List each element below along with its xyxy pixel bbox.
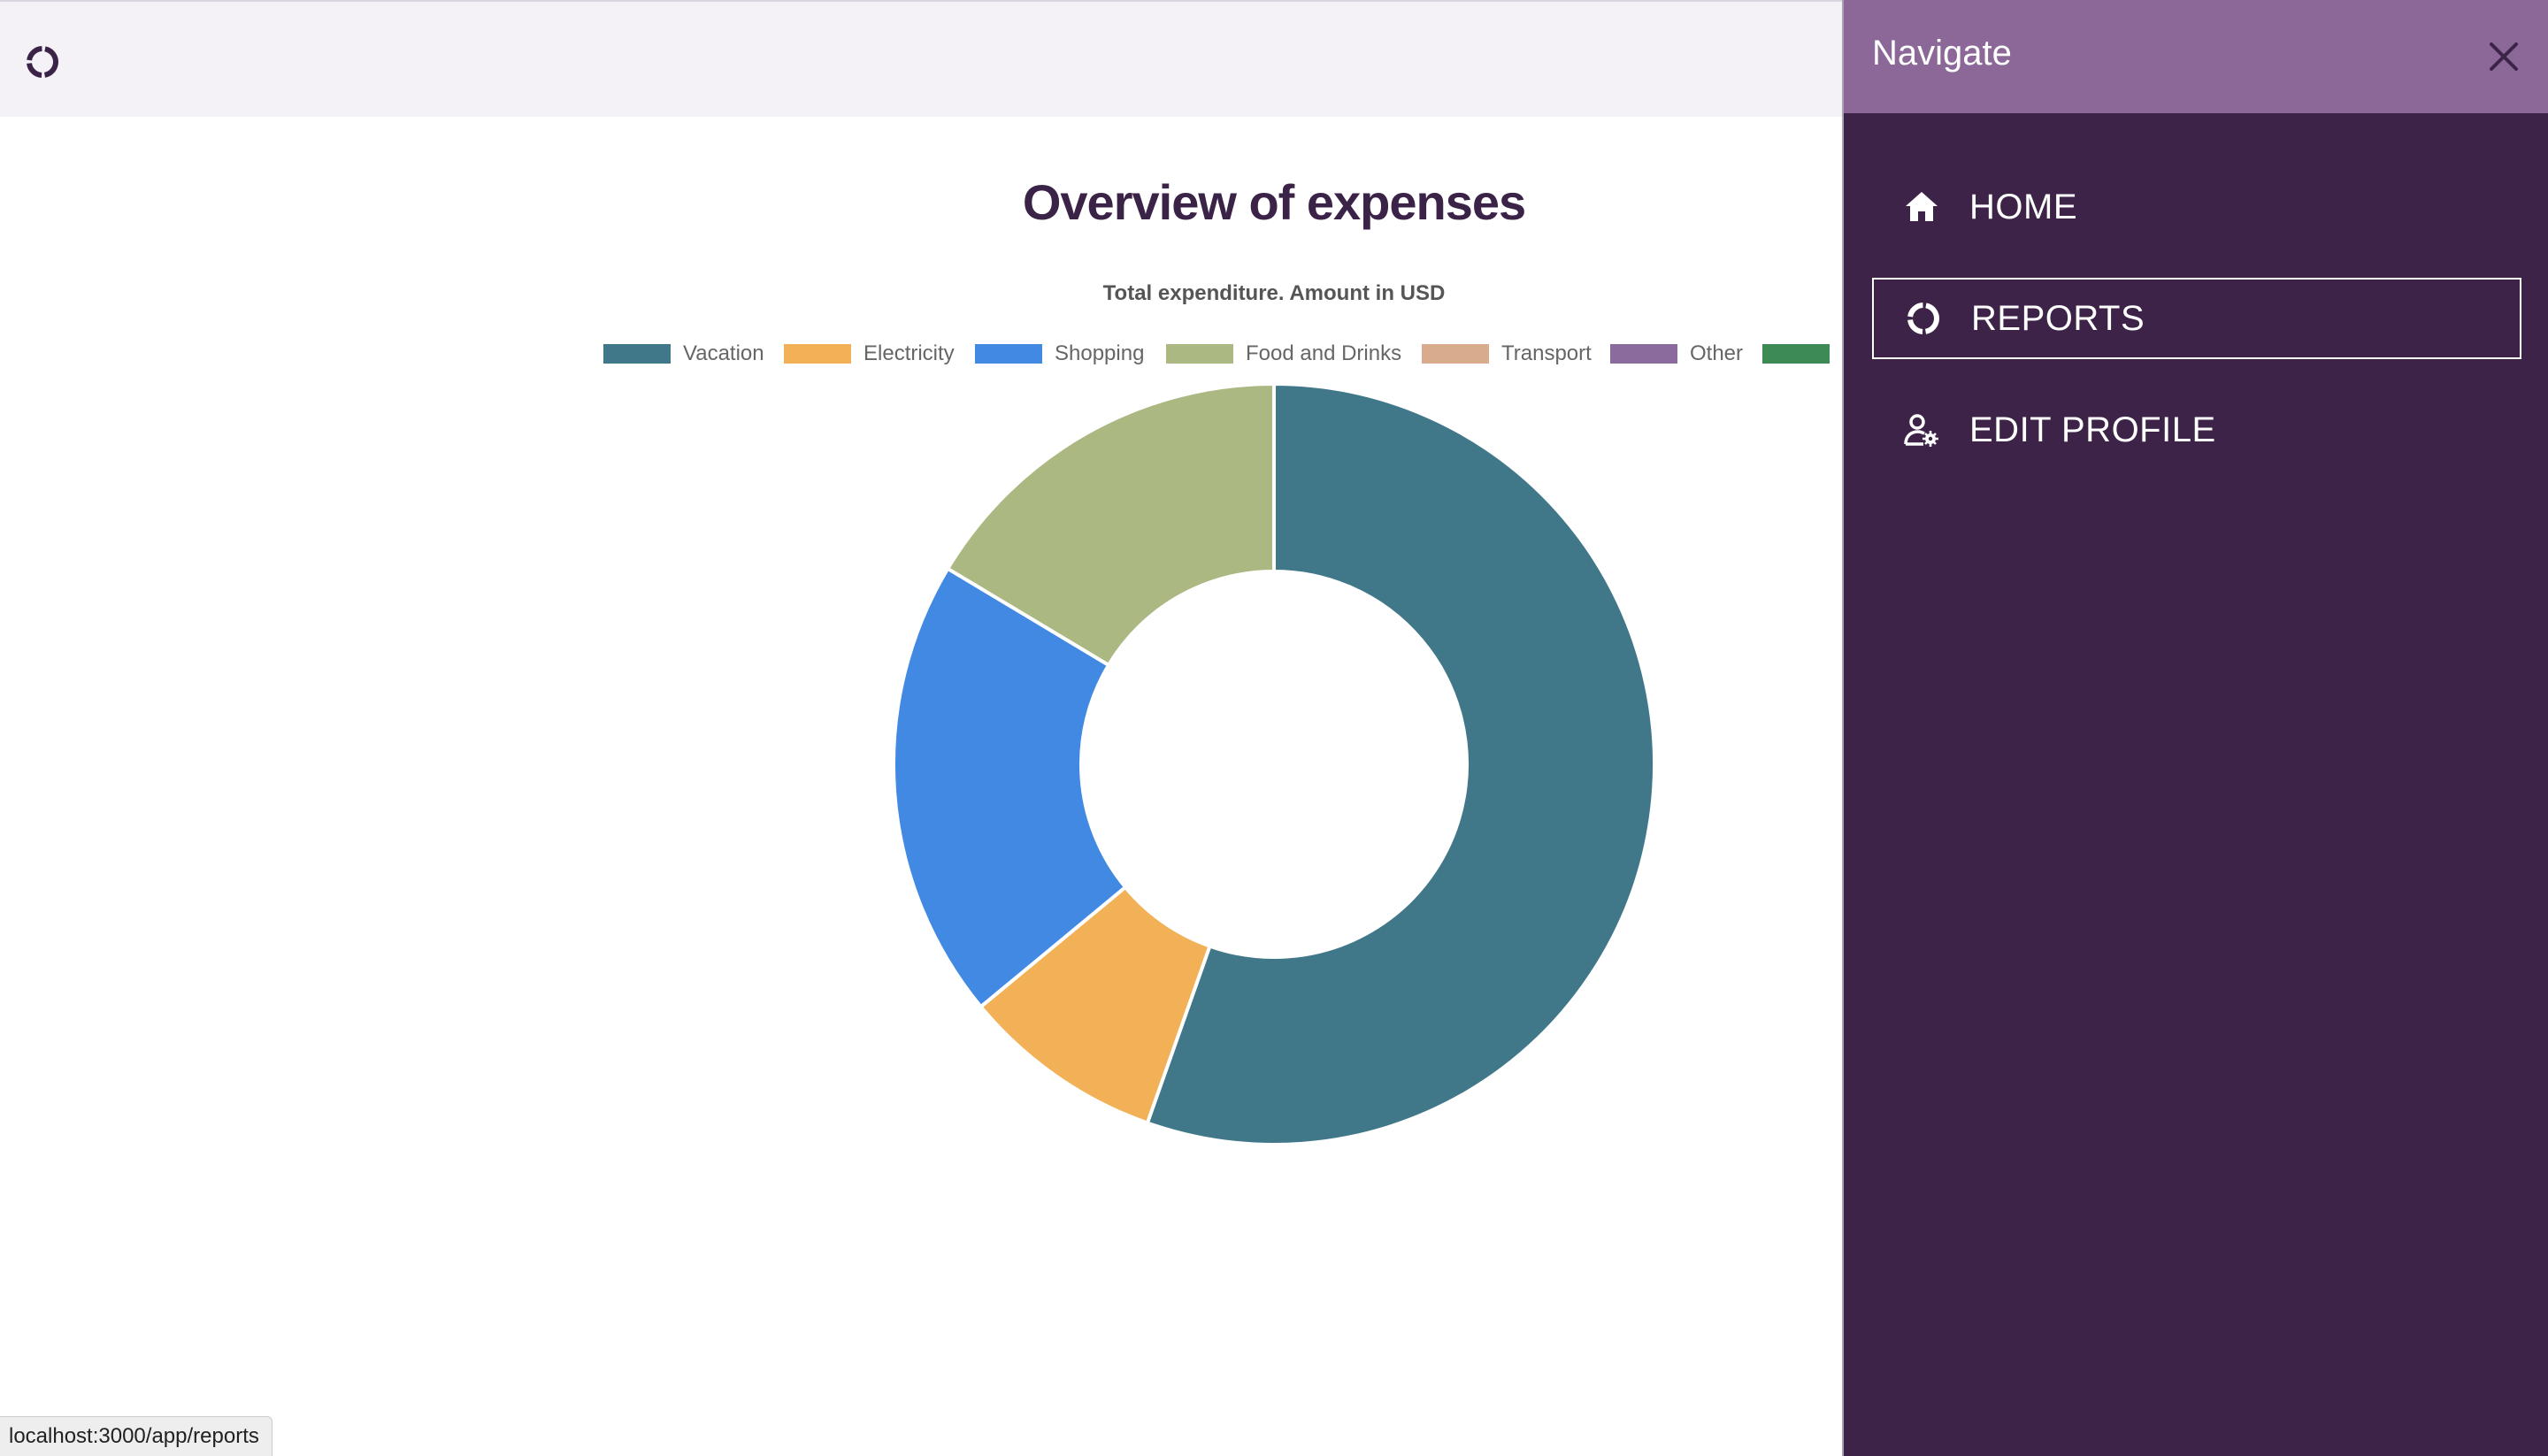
nav-label-home: HOME [1969, 187, 2077, 226]
nav-item-edit-profile[interactable]: EDIT PROFILE [1872, 389, 2521, 471]
donut-chart-icon [1904, 299, 1943, 338]
drawer-header: Navigate [1844, 0, 2548, 113]
status-bar-url: localhost:3000/app/reports [0, 1416, 272, 1456]
nav-item-home[interactable]: HOME [1872, 166, 2521, 248]
nav-label-reports: REPORTS [1971, 298, 2145, 338]
navigation-drawer: Navigate HOME REPORTS EDIT PROFILE [1842, 0, 2548, 1456]
close-icon[interactable] [2486, 39, 2521, 74]
expenses-donut-chart [892, 381, 1656, 1146]
nav-label-edit-profile: EDIT PROFILE [1969, 410, 2216, 449]
user-settings-icon [1902, 410, 1941, 449]
nav-item-reports[interactable]: REPORTS [1872, 278, 2521, 359]
drawer-title: Navigate [1872, 34, 2012, 73]
home-icon [1902, 188, 1941, 226]
